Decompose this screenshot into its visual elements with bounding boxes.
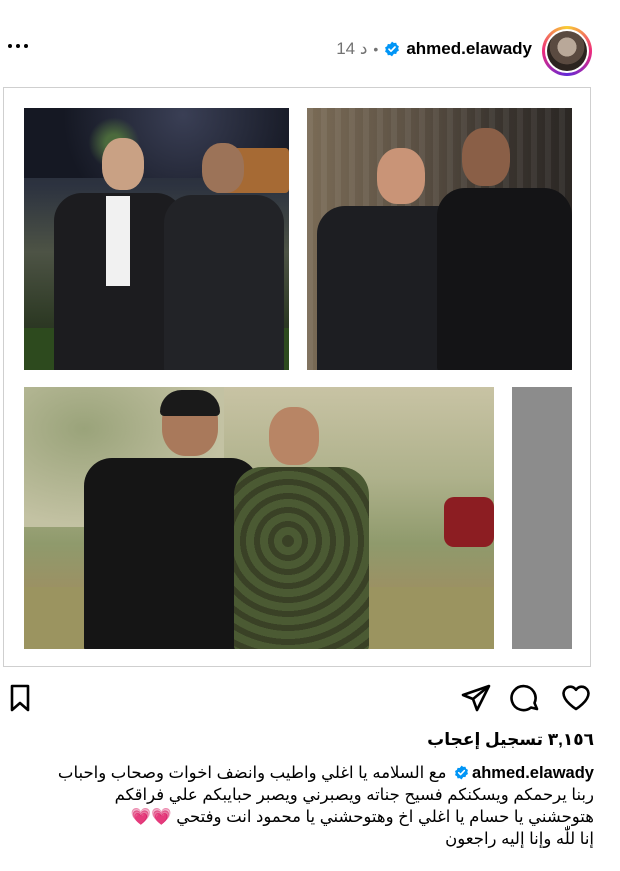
post-media-collage[interactable] bbox=[3, 87, 591, 667]
heart-emoji-icon: 💗💗 bbox=[130, 808, 172, 826]
more-options-icon[interactable] bbox=[6, 36, 30, 56]
post-time: 14 د bbox=[336, 39, 368, 58]
photo-outdoor-park bbox=[24, 387, 494, 649]
post-caption: ahmed.elawady مع السلامه يا اغلي واطيب و… bbox=[24, 762, 594, 850]
photo-partial-gray bbox=[512, 387, 572, 649]
post-header: 14 د • ahmed.elawady bbox=[0, 22, 620, 78]
author-avatar[interactable] bbox=[542, 26, 592, 76]
meta-separator: • bbox=[373, 41, 379, 57]
photo-hug-indoor bbox=[307, 108, 572, 370]
share-icon[interactable] bbox=[460, 682, 492, 714]
caption-username[interactable]: ahmed.elawady bbox=[472, 764, 594, 782]
post-meta: 14 د • ahmed.elawady bbox=[336, 38, 532, 60]
bookmark-icon[interactable] bbox=[4, 682, 36, 714]
verified-badge-icon bbox=[384, 41, 400, 57]
caption-line-3: هتوحشني يا حسام يا اغلي اخ وهتوحشني يا م… bbox=[176, 808, 594, 826]
caption-line-1: مع السلامه يا اغلي واطيب وانضف اخوات وصح… bbox=[57, 764, 447, 782]
caption-line-4: إنا للّٰه وإنا إليه راجعون bbox=[445, 830, 594, 848]
caption-line-2: ربنا يرحمكم ويسكنكم فسيح جناته ويصبرني و… bbox=[114, 786, 594, 804]
avatar-photo bbox=[547, 31, 587, 71]
photo-night-event bbox=[24, 108, 289, 370]
heart-icon[interactable] bbox=[560, 682, 592, 714]
post-author-username[interactable]: ahmed.elawady bbox=[406, 39, 532, 59]
likes-count[interactable]: ٣,١٥٦ تسجيل إعجاب bbox=[427, 730, 594, 750]
caption-verified-icon bbox=[454, 764, 469, 780]
post-actions bbox=[0, 680, 620, 716]
comment-icon[interactable] bbox=[510, 682, 542, 714]
